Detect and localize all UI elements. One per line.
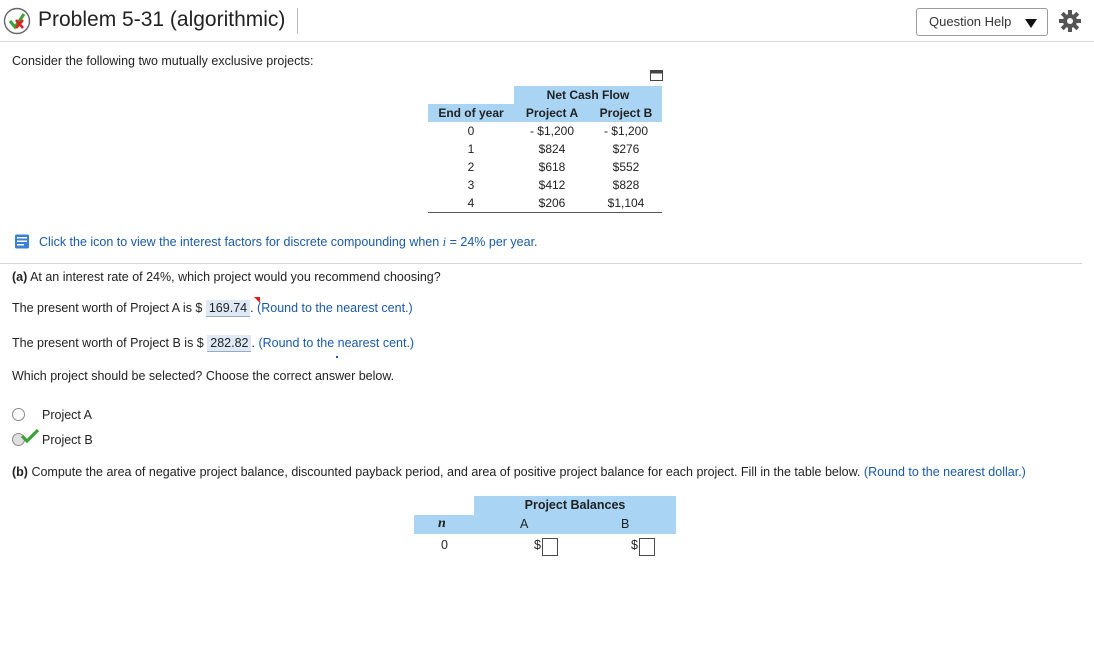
project-balances-header: Project Balances	[474, 496, 676, 515]
pw-a-text: The present worth of Project A is $	[12, 301, 203, 315]
option-project-a[interactable]: Project A	[12, 408, 92, 422]
partial-credit-icon	[3, 7, 31, 35]
section-divider	[0, 263, 1082, 264]
project-balances-col-headers: n A B	[414, 515, 676, 534]
part-a-text: At an interest rate of 24%, which projec…	[27, 270, 441, 284]
currency-a: $	[534, 538, 541, 552]
part-b-label: (b)	[12, 465, 28, 479]
round-note-dollar: (Round to the nearest dollar.)	[863, 465, 1026, 479]
focus-dot	[336, 356, 338, 358]
year-cell: 0	[467, 124, 475, 138]
project-a-cell: - $1,200	[529, 124, 575, 138]
option-label: Project A	[42, 408, 93, 422]
year-cell: 2	[467, 160, 475, 174]
year-cell: 4	[428, 194, 514, 213]
project-a-cell: $412	[538, 178, 566, 192]
project-b-cell: $552	[612, 160, 640, 174]
round-note-b: (Round to the nearest cent.)	[258, 336, 415, 350]
project-b-cell: $828	[612, 178, 640, 192]
correct-check-icon	[20, 428, 40, 444]
table-row: 0 - $1,200 - $1,200	[428, 122, 662, 140]
col-a: A	[520, 517, 529, 531]
part-b-text: Compute the area of negative project bal…	[27, 465, 861, 479]
project-a-cell: $206	[514, 194, 590, 213]
currency-b: $	[631, 538, 638, 552]
table-row: 4 $206 $1,104	[428, 194, 662, 213]
gear-icon[interactable]	[1058, 9, 1082, 33]
project-b-cell: - $1,200	[603, 124, 649, 138]
radio-project-a[interactable]	[12, 408, 25, 421]
hint-text-post: = 24% per year.	[446, 235, 538, 249]
option-label: Project B	[42, 433, 93, 447]
table-row: 3 $412 $828	[428, 176, 662, 194]
table-row: 2 $618 $552	[428, 158, 662, 176]
project-a-cell: $824	[538, 142, 566, 156]
net-cash-flow-header: Net Cash Flow	[514, 86, 662, 104]
table-row: 1 $824 $276	[428, 140, 662, 158]
col-n: n	[438, 516, 446, 531]
col-project-b: Project B	[590, 104, 662, 122]
problem-title: Problem 5-31 (algorithmic)	[38, 8, 286, 31]
round-note-a: (Round to the nearest cent.)	[257, 301, 413, 315]
balance-a-input[interactable]	[542, 538, 558, 556]
title-bar: Problem 5-31 (algorithmic) Question Help	[0, 0, 1094, 42]
question-help-button[interactable]: Question Help	[916, 8, 1048, 36]
year-cell: 3	[467, 178, 475, 192]
col-project-a: Project A	[514, 104, 590, 122]
cash-flow-table: Net Cash Flow End of year Project A Proj…	[428, 86, 662, 213]
question-help-label: Question Help	[929, 14, 1012, 29]
popout-icon[interactable]	[650, 70, 663, 81]
row-n-value: 0	[441, 538, 448, 552]
review-flag-icon	[254, 297, 260, 303]
year-cell: 1	[467, 142, 475, 156]
part-a-label: (a)	[12, 270, 28, 284]
pw-b-text: The present worth of Project B is $	[12, 336, 204, 350]
part-b-question: (b) Compute the area of negative project…	[12, 465, 1026, 479]
interest-factors-link[interactable]: Click the icon to view the interest fact…	[14, 234, 538, 250]
intro-text: Consider the following two mutually excl…	[12, 54, 314, 68]
pw-a-line: The present worth of Project A is $ 169.…	[12, 300, 413, 317]
project-b-cell: $1,104	[590, 194, 662, 213]
col-b: B	[621, 517, 630, 531]
title-divider	[297, 8, 298, 34]
pw-b-line: The present worth of Project B is $ 282.…	[12, 335, 415, 352]
pw-a-answer-field[interactable]: 169.74	[205, 300, 251, 317]
book-icon[interactable]	[14, 234, 30, 249]
project-a-cell: $618	[538, 160, 566, 174]
hint-text-pre: Click the icon to view the interest fact…	[39, 235, 443, 249]
caret-down-icon	[1025, 19, 1037, 28]
select-prompt: Which project should be selected? Choose…	[12, 369, 395, 383]
balance-b-input[interactable]	[639, 538, 655, 556]
part-a-question: (a) At an interest rate of 24%, which pr…	[12, 270, 441, 284]
pw-b-answer-field[interactable]: 282.82	[207, 335, 252, 352]
col-end-of-year: End of year	[428, 104, 514, 122]
project-b-cell: $276	[612, 142, 640, 156]
